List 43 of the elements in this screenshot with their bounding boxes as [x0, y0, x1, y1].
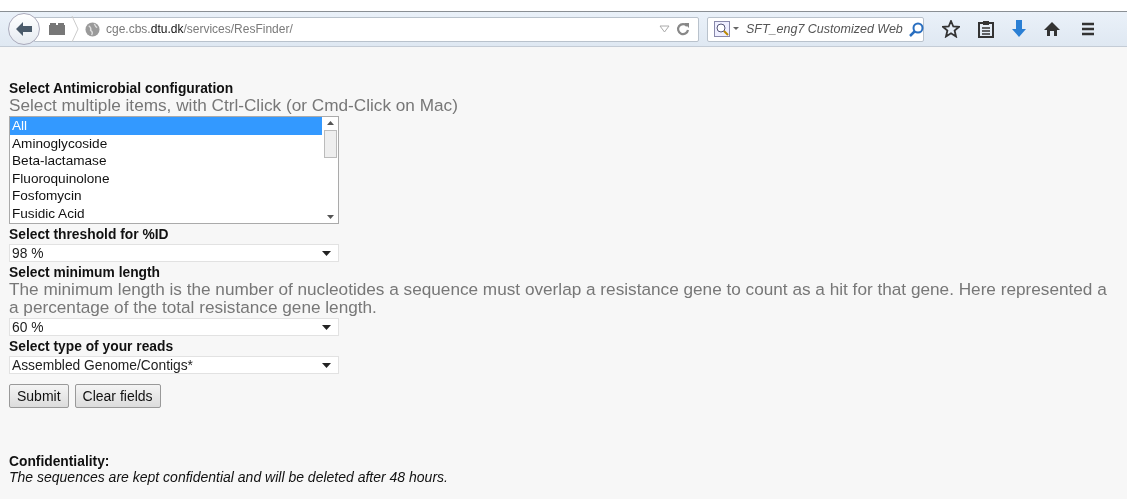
menu-icon[interactable]	[1082, 21, 1094, 37]
description-text: a percentage of the total resistance gene length.	[9, 298, 377, 316]
address-bar[interactable]: cge.cbs.dtu.dk/services/ResFinder/	[34, 16, 699, 42]
back-button[interactable]	[8, 13, 40, 45]
field-label: Select type of your reads	[9, 339, 174, 354]
scroll-up-icon[interactable]	[326, 121, 334, 125]
confidentiality-text: The sequences are kept confidential and will be deleted after 48 hours.	[9, 469, 448, 486]
scroll-thumb[interactable]	[323, 130, 337, 158]
breadcrumb-separator	[71, 16, 79, 42]
clear-button[interactable]: Clear fields	[74, 384, 161, 408]
search-field[interactable]: SFT_eng7 Customized Web	[707, 16, 924, 42]
section-heading: Confidentiality:	[9, 454, 110, 469]
list-option[interactable]: Fluoroquinolone	[10, 169, 322, 188]
bookmark-star-icon[interactable]	[942, 20, 960, 38]
dropdown[interactable]: 98 %	[9, 244, 339, 262]
caret-icon	[322, 324, 331, 330]
list-option[interactable]: Aminoglycoside	[10, 134, 322, 153]
globe-icon	[85, 21, 100, 37]
home-icon[interactable]	[1044, 21, 1060, 37]
field-label: Select minimum length	[9, 265, 161, 280]
multi-select-list[interactable]: All Aminoglycoside Beta-lactamase Fluoroquinolone Fosfomycin Fusidic Acid	[9, 116, 339, 224]
list-option[interactable]: Beta-lactamase	[10, 152, 322, 170]
list-option[interactable]: Fusidic Acid	[10, 204, 322, 223]
download-icon[interactable]	[1012, 20, 1026, 38]
dropdown[interactable]: Assembled Genome/Contigs*	[9, 356, 339, 374]
caret-icon	[322, 362, 331, 368]
reload-icon[interactable]	[676, 22, 690, 36]
search-placeholder: SFT_eng7 Customized Web	[746, 22, 903, 36]
search-engine-icon[interactable]	[714, 21, 740, 37]
search-icon[interactable]	[908, 21, 924, 37]
submit-button[interactable]: Submit	[9, 384, 69, 408]
url-text: cge.cbs.dtu.dk/services/ResFinder/	[106, 22, 293, 36]
hint-text: Select multiple items, with Ctrl-Click (or Cmd-Click on Mac)	[9, 96, 458, 114]
scroll-down-icon[interactable]	[326, 215, 334, 219]
back-arrow-icon	[15, 21, 33, 37]
description-text: The minimum length is the number of nucleotides a sequence must overlap a resistance gene to count as a hit for that gene. Here represented a	[9, 280, 1107, 298]
caret-icon	[322, 250, 331, 256]
field-label: Select threshold for %ID	[9, 227, 169, 242]
dropdown[interactable]: 60 %	[9, 318, 339, 336]
reading-list-icon[interactable]	[978, 20, 994, 38]
field-label: Select Antimicrobial configuration	[9, 81, 234, 96]
list-option[interactable]: Fosfomycin	[10, 187, 322, 205]
library-icon[interactable]	[49, 23, 65, 35]
